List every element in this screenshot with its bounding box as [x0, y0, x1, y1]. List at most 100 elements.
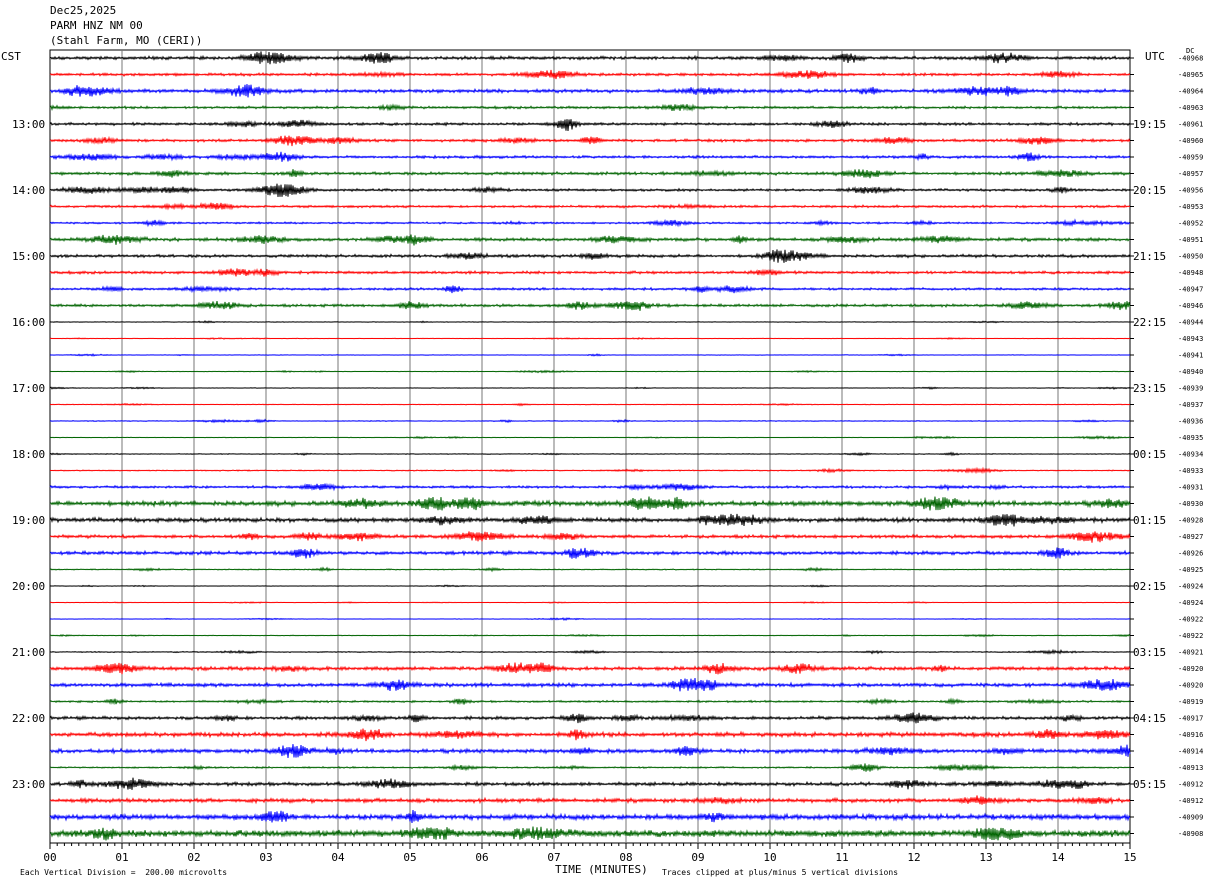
dc-offset-label: -40927	[1178, 533, 1203, 541]
seismic-trace	[49, 763, 1131, 772]
seismic-trace	[49, 169, 1131, 179]
dc-offset-label: -40914	[1178, 748, 1203, 756]
seismic-trace	[49, 712, 1131, 724]
seismic-trace	[49, 84, 1131, 98]
plot-frame	[49, 49, 1131, 844]
seismic-trace	[49, 466, 1131, 475]
seismic-trace	[49, 662, 1131, 675]
cst-hour-label: 17:00	[12, 382, 45, 395]
seismic-trace	[49, 353, 1131, 357]
seismic-trace	[49, 584, 1131, 588]
seismic-trace	[49, 249, 1131, 263]
dc-offset-label: -40959	[1178, 154, 1203, 162]
seismic-trace	[49, 386, 1131, 390]
dc-offset-label: -40917	[1178, 715, 1203, 723]
dc-offset-label: -40919	[1178, 698, 1203, 706]
seismic-trace	[49, 218, 1131, 228]
dc-offset-label: -40946	[1178, 302, 1203, 310]
utc-hour-label: 05:15	[1133, 778, 1166, 791]
seismic-trace	[49, 777, 1131, 790]
cst-hour-label: 22:00	[12, 712, 45, 725]
dc-offset-label: -40957	[1178, 170, 1203, 178]
dc-offset-label: -40935	[1178, 434, 1203, 442]
dc-offset-label: -40925	[1178, 566, 1203, 574]
seismic-trace	[49, 826, 1131, 841]
dc-offset-label: -40933	[1178, 467, 1203, 475]
utc-hour-label: 20:15	[1133, 184, 1166, 197]
dc-offset-label: -40944	[1178, 319, 1203, 327]
dc-offset-label: -40963	[1178, 104, 1203, 112]
dc-offset-label: -40939	[1178, 385, 1203, 393]
seismic-trace	[49, 201, 1131, 211]
utc-hour-label: 01:15	[1133, 514, 1166, 527]
helicorder-plot: -40968 -40965 -40964 -40963 -40961 -40960 -409…	[12, 49, 1203, 864]
dc-offset-label: -40922	[1178, 616, 1203, 624]
dc-offset-label: -40931	[1178, 484, 1203, 492]
x-tick-label: 10	[763, 851, 776, 864]
dc-offset-label: -40964	[1178, 88, 1203, 96]
dc-offset-label: -40948	[1178, 269, 1203, 277]
x-tick-label: 01	[115, 851, 128, 864]
dc-offset-label: -40912	[1178, 797, 1203, 805]
seismic-trace	[49, 151, 1131, 162]
dc-offset-label: -40937	[1178, 401, 1203, 409]
cst-hour-label: 23:00	[12, 778, 45, 791]
x-tick-label: 11	[835, 851, 848, 864]
dc-offset-label: -40950	[1178, 253, 1203, 261]
utc-hour-label: 04:15	[1133, 712, 1166, 725]
cst-hour-label: 20:00	[12, 580, 45, 593]
x-tick-label: 05	[403, 851, 416, 864]
x-tick-label: 14	[1051, 851, 1065, 864]
utc-hour-label: 00:15	[1133, 448, 1166, 461]
x-tick-label: 03	[259, 851, 272, 864]
seismic-trace	[49, 418, 1131, 424]
utc-hour-label: 21:15	[1133, 250, 1166, 263]
scale-note: Each Vertical Division = 200.00 microvol…	[20, 868, 228, 877]
cst-hour-label: 13:00	[12, 118, 45, 131]
seismic-trace	[49, 566, 1131, 573]
dc-offset-label: -40934	[1178, 451, 1203, 459]
dc-offset-label: -40961	[1178, 121, 1203, 129]
x-tick-label: 13	[979, 851, 992, 864]
seismic-trace	[49, 496, 1131, 511]
dc-offset-label: -40913	[1178, 764, 1203, 772]
dc-offset-label: -40956	[1178, 187, 1203, 195]
dc-offset-label: -40965	[1178, 71, 1203, 79]
seismic-trace	[49, 320, 1131, 324]
seismic-trace	[49, 284, 1131, 294]
seismic-trace	[49, 51, 1131, 65]
seismic-trace	[49, 119, 1131, 132]
x-tick-label: 04	[331, 851, 345, 864]
x-tick-label: 12	[907, 851, 920, 864]
utc-hour-label: 02:15	[1133, 580, 1166, 593]
dc-offset-label: -40960	[1178, 137, 1203, 145]
cst-hour-label: 16:00	[12, 316, 45, 329]
seismic-trace	[49, 601, 1131, 604]
seismic-trace	[49, 183, 1131, 197]
dc-offset-label: -40941	[1178, 352, 1203, 360]
seismic-trace	[49, 531, 1131, 543]
utc-hour-label: 03:15	[1133, 646, 1166, 659]
seismic-trace	[49, 617, 1131, 622]
seismic-trace	[49, 482, 1131, 492]
dc-offset-label: -40924	[1178, 599, 1203, 607]
seismic-trace	[49, 795, 1131, 805]
x-tick-label: 09	[691, 851, 704, 864]
utc-hour-label: 23:15	[1133, 382, 1166, 395]
seismic-trace	[49, 234, 1131, 246]
utc-hour-label: 22:15	[1133, 316, 1166, 329]
dc-offset-label: -40908	[1178, 830, 1203, 838]
seismic-trace	[49, 369, 1131, 374]
x-tick-label: 02	[187, 851, 200, 864]
seismic-trace	[49, 648, 1131, 655]
cst-hour-label: 19:00	[12, 514, 45, 527]
cst-hour-label: 14:00	[12, 184, 45, 197]
dc-offset-label: -40921	[1178, 649, 1203, 657]
dc-offset-label: -40924	[1178, 583, 1203, 591]
seismic-trace	[49, 633, 1131, 638]
dc-offset-label: -40916	[1178, 731, 1203, 739]
dc-offset-label: -40940	[1178, 368, 1203, 376]
x-tick-label: 00	[43, 851, 56, 864]
seismic-trace	[49, 744, 1131, 759]
seismic-trace	[49, 337, 1131, 340]
